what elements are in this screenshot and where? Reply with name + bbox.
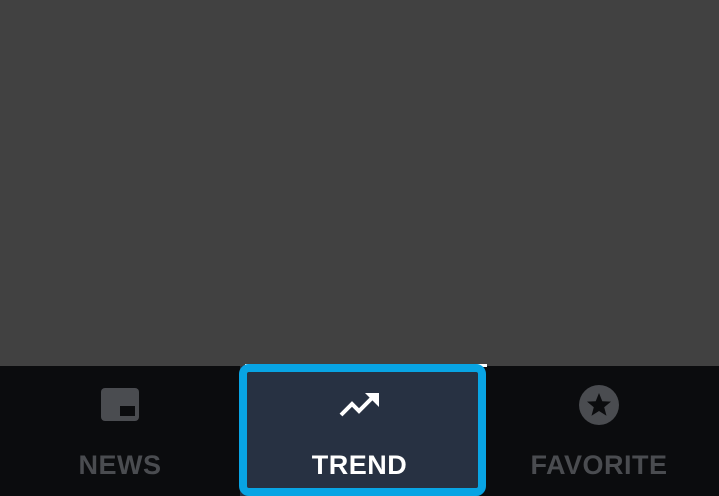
tab-news[interactable]: NEWS <box>0 366 240 496</box>
content-area <box>0 0 719 366</box>
tab-favorite-label: FAVORITE <box>530 450 668 480</box>
star-circle-icon <box>577 384 621 428</box>
tab-trend[interactable]: TREND <box>240 366 479 496</box>
tab-trend-label: TREND <box>311 450 408 480</box>
selected-tab-indicator <box>245 364 487 367</box>
bottom-navigation-bar: NEWS TREND FAVORITE <box>0 366 719 496</box>
tab-news-label: NEWS <box>78 450 162 480</box>
trending-up-icon <box>338 384 382 428</box>
tab-favorite[interactable]: FAVORITE <box>479 366 719 496</box>
picture-in-picture-icon <box>98 384 142 428</box>
